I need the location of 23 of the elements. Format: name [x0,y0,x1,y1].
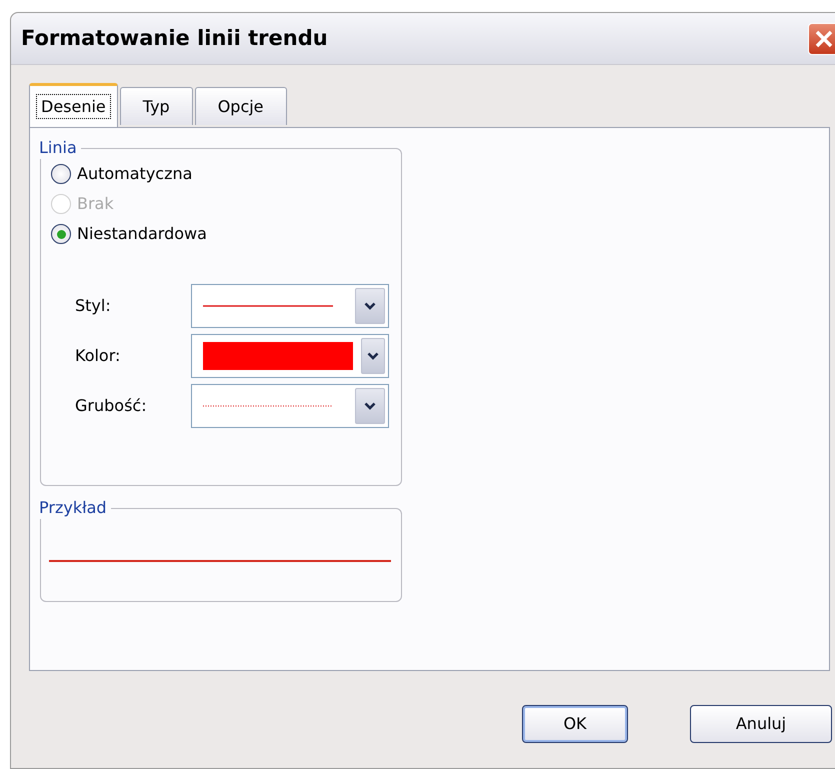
close-button[interactable] [808,22,835,54]
radio-button[interactable] [51,164,71,184]
dialog-button[interactable]: Anuluj [690,705,832,743]
radio-label: Automatyczna [77,163,192,185]
tab[interactable]: Desenie [29,83,118,127]
dropdown-arrow-button[interactable] [361,338,385,374]
tab[interactable]: Typ [120,87,193,125]
radio-button[interactable] [51,224,71,244]
field-label: Styl: [74,295,112,317]
dialog-button[interactable]: OK [522,705,628,743]
window-title: Formatowanie linii trendu [21,24,328,52]
radio-label: Niestandardowa [77,223,207,245]
chevron-icon [364,301,376,311]
chevron-icon [367,351,379,361]
dropdown-arrow-button[interactable] [355,388,385,424]
field-label: Grubość: [74,395,148,417]
close-icon [814,28,834,48]
dropdown-arrow-button[interactable] [355,288,385,324]
chevron-icon [364,401,376,411]
field-label: Kolor: [74,345,122,367]
radio-label: Brak [77,193,114,215]
tab[interactable]: Opcje [194,87,287,125]
dropdown[interactable] [191,334,389,378]
